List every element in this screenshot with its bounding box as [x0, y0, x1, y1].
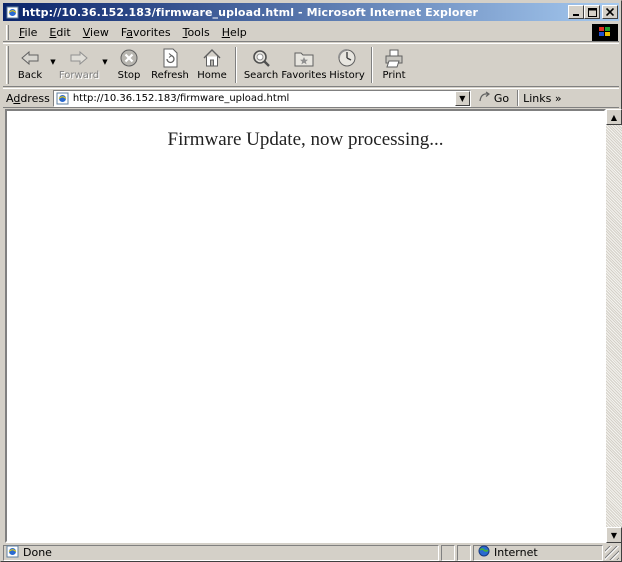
status-security-pane	[457, 544, 471, 561]
internet-globe-icon	[478, 545, 490, 560]
go-arrow-icon	[479, 91, 491, 106]
forward-label: Forward	[58, 70, 100, 81]
refresh-label: Refresh	[151, 70, 189, 81]
home-icon	[202, 47, 222, 69]
history-icon	[337, 47, 357, 69]
menu-tools[interactable]: Tools	[177, 26, 216, 39]
links-button[interactable]: Links »	[523, 92, 561, 105]
toolbar-separator	[371, 47, 373, 83]
back-button[interactable]: Back	[13, 44, 47, 86]
status-text: Done	[23, 546, 52, 559]
status-bar: Done Internet	[3, 544, 619, 561]
status-main-pane: Done	[3, 544, 439, 561]
back-arrow-icon	[20, 47, 40, 69]
address-label: Address	[6, 91, 50, 105]
address-dropdown-icon[interactable]: ▼	[454, 90, 470, 106]
toolbar-grip[interactable]	[6, 46, 9, 84]
menu-help[interactable]: Help	[216, 26, 253, 39]
search-button[interactable]: Search	[241, 44, 281, 86]
maximize-icon[interactable]	[584, 5, 600, 19]
address-input[interactable]: http://10.36.152.183/firmware_upload.htm…	[52, 89, 471, 107]
zone-label: Internet	[494, 546, 538, 559]
home-label: Home	[197, 70, 227, 81]
stop-label: Stop	[117, 70, 141, 81]
printer-icon	[384, 47, 404, 69]
home-button[interactable]: Home	[193, 44, 231, 86]
resize-grip[interactable]	[605, 545, 619, 560]
favorites-icon	[294, 47, 314, 69]
ie-page-icon	[56, 91, 70, 105]
links-separator	[517, 90, 520, 106]
go-label: Go	[493, 91, 510, 105]
vertical-scrollbar[interactable]: ▲ ▼	[606, 109, 622, 543]
menu-favorites[interactable]: Favorites	[115, 26, 177, 39]
title-bar[interactable]: http://10.36.152.183/firmware_upload.htm…	[3, 3, 619, 21]
print-button[interactable]: Print	[377, 44, 411, 86]
address-bar: Address http://10.36.152.183/firmware_up…	[3, 88, 619, 108]
forward-dropdown-icon[interactable]: ▼	[99, 44, 111, 66]
toolbar-separator	[235, 47, 237, 83]
status-zone-pane: Internet	[473, 544, 603, 561]
address-url: http://10.36.152.183/firmware_upload.htm…	[72, 92, 290, 104]
forward-arrow-icon	[69, 47, 89, 69]
back-dropdown-icon[interactable]: ▼	[47, 44, 59, 66]
search-icon	[251, 47, 271, 69]
windows-logo-icon	[592, 23, 618, 41]
stop-button[interactable]: Stop	[111, 44, 147, 86]
menu-edit[interactable]: Edit	[43, 26, 76, 39]
history-button[interactable]: History	[327, 44, 367, 86]
go-button[interactable]: Go	[479, 91, 509, 106]
scroll-down-icon[interactable]: ▼	[606, 527, 622, 543]
print-label: Print	[382, 70, 406, 81]
window-title: http://10.36.152.183/firmware_upload.htm…	[22, 5, 479, 19]
standard-toolbar: Back ▼ Forward ▼ Stop Refresh Home Searc…	[3, 43, 619, 87]
favorites-button[interactable]: Favorites	[281, 44, 327, 86]
refresh-button[interactable]: Refresh	[147, 44, 193, 86]
page-done-icon	[6, 545, 19, 561]
refresh-icon	[161, 47, 179, 69]
ie-page-icon	[5, 5, 19, 19]
minimize-icon[interactable]	[568, 5, 584, 19]
stop-icon	[119, 47, 139, 69]
forward-button[interactable]: Forward	[59, 44, 99, 86]
scroll-up-icon[interactable]: ▲	[606, 109, 622, 125]
menu-grip[interactable]	[6, 24, 9, 40]
history-label: History	[329, 70, 365, 81]
status-progress-pane	[441, 544, 455, 561]
close-icon[interactable]	[602, 5, 618, 19]
page-content: Firmware Update, now processing...	[5, 109, 606, 543]
menu-view[interactable]: View	[77, 26, 115, 39]
browser-window: http://10.36.152.183/firmware_upload.htm…	[0, 0, 622, 562]
window-controls	[568, 5, 618, 19]
favorites-label: Favorites	[281, 70, 327, 81]
back-label: Back	[17, 70, 43, 81]
firmware-status-message: Firmware Update, now processing...	[167, 129, 444, 150]
search-label: Search	[243, 70, 279, 81]
menu-bar: File Edit View Favorites Tools Help	[3, 23, 619, 42]
menu-file[interactable]: File	[13, 26, 43, 39]
